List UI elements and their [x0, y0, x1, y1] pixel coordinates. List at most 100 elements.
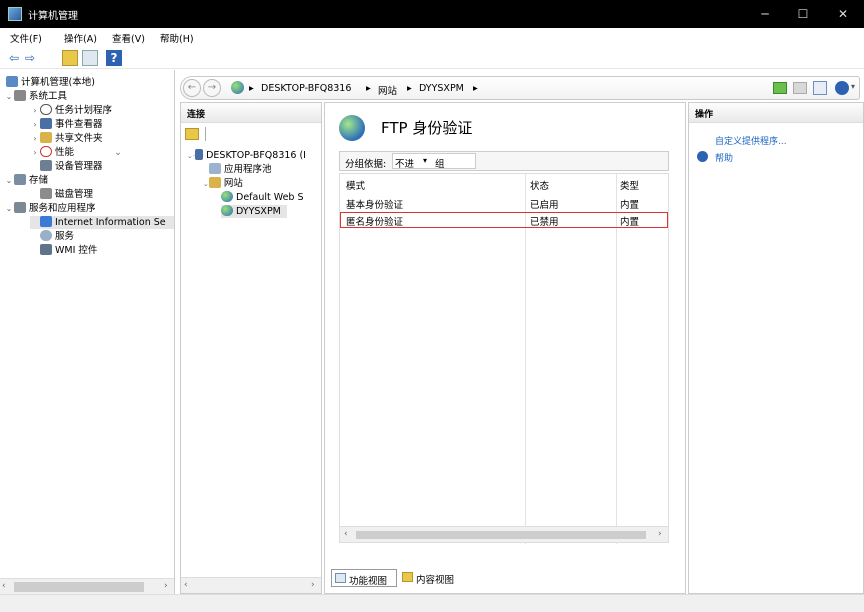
clock-icon [40, 104, 52, 115]
connect-icon[interactable] [773, 82, 787, 94]
chevron-right-icon[interactable]: › [30, 146, 40, 159]
iis-manager: ← → ▸ DESKTOP-BFQ8316 ▸ 网站 ▸ DYYSXPM ▸ ▾… [176, 70, 864, 594]
app-pool-icon [209, 163, 221, 174]
column-header-status[interactable]: 状态 [530, 178, 549, 192]
group-by-select[interactable]: 不进 ▾ 组 [392, 153, 476, 170]
tools-icon [14, 90, 26, 101]
table-row[interactable]: 基本身份验证 已启用 内置 [340, 196, 668, 211]
group-by-bar: 分组依据: 不进 ▾ 组 [339, 151, 669, 171]
actions-pane: 操作 自定义提供程序... 帮助 [688, 102, 864, 594]
tree-root[interactable]: 计算机管理(本地) [6, 76, 95, 89]
tab-features-view[interactable]: 功能视图 [331, 569, 397, 587]
close-button[interactable]: ✕ [828, 5, 858, 23]
scroll-left-icon[interactable]: ‹ [2, 581, 6, 591]
tree-device-manager[interactable]: 设备管理器 [40, 160, 103, 173]
chevron-down-icon[interactable]: ⌄ [4, 202, 14, 215]
connections-scrollbar[interactable]: ‹ › [181, 577, 321, 593]
grid-horizontal-scrollbar[interactable]: ‹ › [340, 526, 668, 542]
address-bar: ← → ▸ DESKTOP-BFQ8316 ▸ 网站 ▸ DYYSXPM ▸ ▾ [180, 76, 860, 100]
menu-action[interactable]: 操作(A) [64, 31, 97, 45]
forward-arrow-icon[interactable]: ⇨ [22, 50, 38, 66]
help-link[interactable]: 帮助 [715, 151, 733, 164]
minimize-button[interactable]: ─ [750, 5, 780, 23]
mail-icon[interactable] [793, 82, 807, 94]
scroll-right-icon[interactable]: › [164, 581, 168, 591]
tree-system-tools[interactable]: ⌄ 系统工具 [4, 90, 67, 103]
left-horizontal-scrollbar[interactable]: ‹ › [0, 578, 174, 594]
chevron-down-icon[interactable]: ⌄· [187, 152, 195, 160]
tree-iis[interactable]: Internet Information Se [30, 216, 174, 229]
toolbar-divider [205, 127, 206, 141]
computer-icon [6, 76, 18, 87]
help-icon[interactable]: ? [106, 50, 122, 66]
connections-pane: 连接 ⌄· DESKTOP-BFQ8316 (I 应用程序池 ⌄ 网站 Defaul… [180, 102, 322, 594]
chevron-down-icon[interactable]: ⌄ [4, 90, 14, 103]
chevron-right-icon[interactable]: › [30, 132, 40, 145]
table-row-highlighted[interactable]: 匿名身份验证 已禁用 内置 [340, 212, 668, 228]
custom-provider-link[interactable]: 自定义提供程序... [715, 134, 787, 147]
computer-management-icon [8, 7, 22, 21]
tree-performance[interactable]: › 性能 ⌄ [30, 146, 122, 159]
maximize-button[interactable]: ☐ [788, 5, 818, 23]
conn-default-site[interactable]: Default Web S [221, 191, 304, 204]
console-tree: 计算机管理(本地) ⌄ 系统工具 › 任务计划程序 › 事件查看器 › 共享文件夹 › 性… [0, 70, 175, 594]
scroll-thumb[interactable] [356, 531, 646, 539]
conn-app-pools[interactable]: 应用程序池 [209, 163, 272, 176]
server-icon [195, 149, 204, 160]
window-title: 计算机管理 [28, 11, 78, 22]
menu-help[interactable]: 帮助(H) [160, 31, 194, 45]
chevron-down-icon[interactable]: ⌄ [4, 174, 14, 187]
tree-wmi[interactable]: WMI 控件 [40, 244, 97, 257]
help-icon [697, 151, 708, 162]
services-gear-icon [40, 230, 52, 241]
show-hide-tree-icon[interactable] [82, 50, 98, 66]
crumb-separator-icon: ▸ [366, 83, 371, 94]
scroll-right-icon[interactable]: › [311, 580, 315, 590]
crumb-host[interactable]: DESKTOP-BFQ8316 [261, 83, 351, 94]
nav-back-icon[interactable]: ← [183, 79, 201, 97]
tree-shared-folders[interactable]: › 共享文件夹 [30, 132, 103, 145]
dropdown-arrow-icon[interactable]: ▾ [423, 156, 427, 165]
tab-content-view[interactable]: 内容视图 [399, 569, 465, 587]
tree-event-viewer[interactable]: › 事件查看器 [30, 118, 103, 131]
conn-host[interactable]: ⌄· DESKTOP-BFQ8316 (I [187, 149, 306, 162]
scroll-thumb[interactable] [14, 582, 144, 592]
menu-bar: 文件(F) 操作(A) 查看(V) 帮助(H) [0, 28, 864, 46]
menu-view[interactable]: 查看(V) [112, 31, 145, 45]
up-folder-icon[interactable] [62, 50, 78, 66]
row-status: 已启用 [530, 200, 559, 211]
tree-storage[interactable]: ⌄ 存储 [4, 174, 48, 187]
conn-sites[interactable]: ⌄ 网站 [203, 177, 243, 190]
event-viewer-icon [40, 118, 52, 129]
scroll-left-icon[interactable]: ‹ [344, 529, 348, 539]
row-mode: 匿名身份验证 [346, 217, 404, 228]
home-icon[interactable] [813, 81, 827, 95]
storage-icon [14, 174, 26, 185]
help-icon[interactable] [835, 81, 849, 95]
column-header-mode[interactable]: 模式 [346, 178, 365, 192]
start-page-icon[interactable] [185, 128, 199, 140]
tree-disk-management[interactable]: 磁盘管理 [40, 188, 93, 201]
content-view-icon [402, 572, 413, 582]
back-arrow-icon[interactable]: ⇦ [6, 50, 22, 66]
wmi-icon [40, 244, 52, 255]
chevron-down-icon[interactable]: ▾ [851, 82, 855, 91]
conn-selected-site[interactable]: DYYSXPM [221, 205, 287, 218]
column-header-type[interactable]: 类型 [620, 178, 639, 192]
tree-task-scheduler[interactable]: › 任务计划程序 [30, 104, 112, 117]
crumb-separator-icon: ▸ [407, 83, 412, 94]
crumb-site[interactable]: DYYSXPM [419, 83, 464, 94]
tree-services-apps[interactable]: ⌄ 服务和应用程序 [4, 202, 96, 215]
iis-icon [40, 216, 52, 227]
services-apps-icon [14, 202, 26, 213]
chevron-right-icon[interactable]: › [30, 104, 40, 117]
scroll-right-icon[interactable]: › [658, 529, 662, 539]
scroll-left-icon[interactable]: ‹ [184, 580, 188, 590]
chevron-down-icon[interactable]: ⌄ [203, 180, 209, 188]
crumb-sites[interactable]: 网站 [378, 83, 397, 97]
nav-forward-icon[interactable]: → [203, 79, 221, 97]
chevron-down-icon[interactable]: ⌄ [114, 147, 122, 158]
tree-services[interactable]: 服务 [40, 230, 74, 243]
menu-file[interactable]: 文件(F) [10, 31, 42, 45]
chevron-right-icon[interactable]: › [30, 118, 40, 131]
